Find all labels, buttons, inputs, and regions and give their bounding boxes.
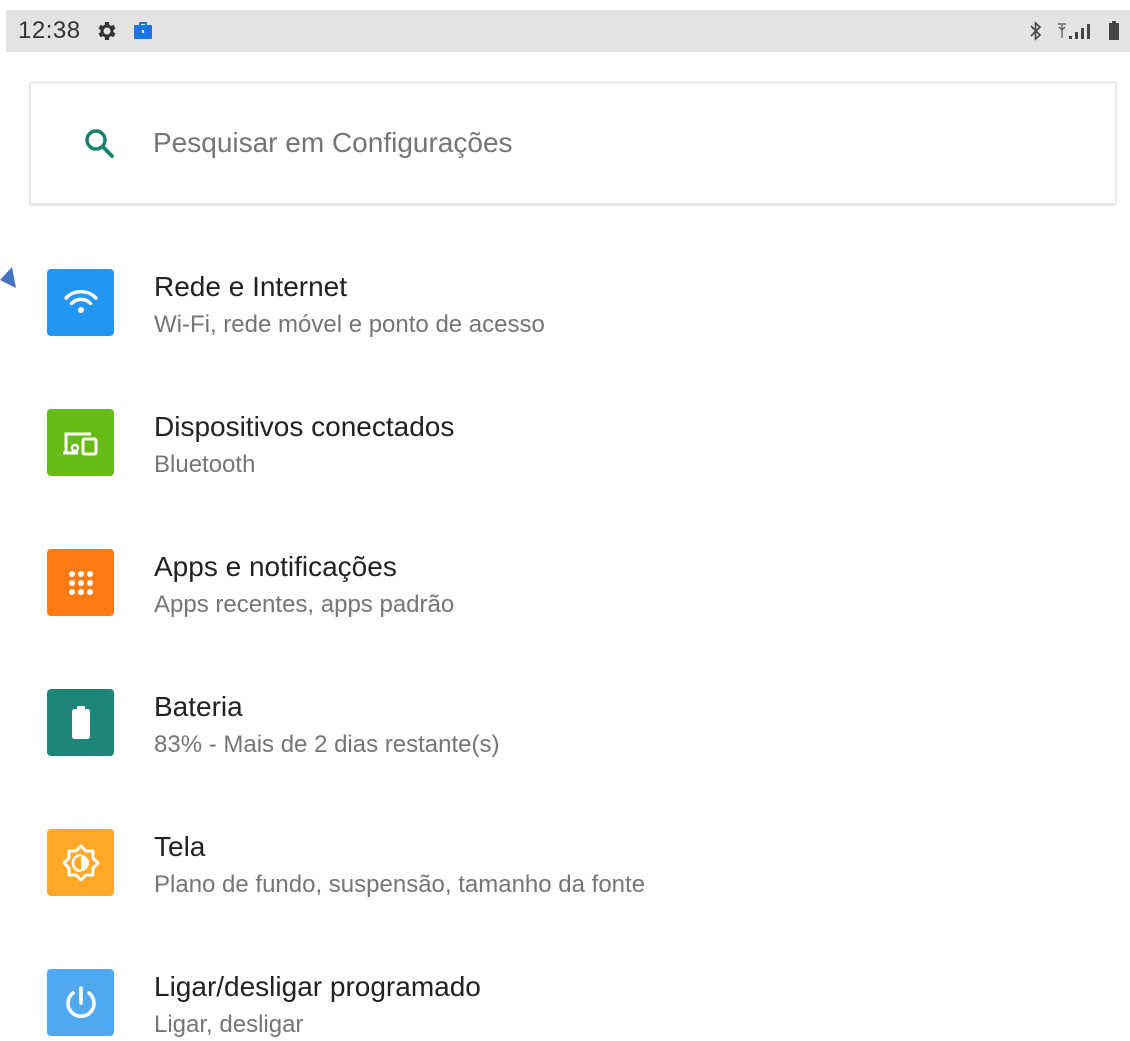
settings-item-text: Bateria 83% - Mais de 2 dias restante(s) [154, 690, 499, 760]
search-icon [79, 123, 119, 163]
connected-devices-icon [47, 409, 114, 476]
settings-screen: 12:38 Pesquisar em Configurações Rede e … [0, 0, 1130, 1041]
settings-item-title: Rede e Internet [154, 271, 348, 302]
settings-item-subtitle: Bluetooth [154, 451, 256, 478]
settings-item-text: Rede e Internet Wi-Fi, rede móvel e pont… [154, 270, 545, 340]
settings-item-text: Tela Plano de fundo, suspensão, tamanho … [154, 830, 645, 900]
settings-item-subtitle: Apps recentes, apps padrão [154, 591, 455, 618]
settings-item-text: Dispositivos conectados Bluetooth [154, 410, 454, 480]
settings-item-subtitle: Plano de fundo, suspensão, tamanho da fo… [154, 871, 646, 898]
wifi-icon [47, 269, 114, 336]
brightness-icon [47, 829, 114, 896]
settings-item-apps[interactable]: Apps e notificações Apps recentes, apps … [0, 520, 1130, 660]
power-icon [47, 969, 114, 1036]
status-right-icons [1028, 20, 1120, 42]
settings-item-title: Tela [154, 831, 206, 862]
settings-item-title: Ligar/desligar programado [154, 971, 481, 1002]
settings-item-network[interactable]: Rede e Internet Wi-Fi, rede móvel e pont… [0, 240, 1130, 380]
settings-item-title: Dispositivos conectados [154, 411, 455, 442]
status-time: 12:38 [18, 17, 81, 44]
status-left-icons [95, 19, 155, 43]
bluetooth-icon [1028, 20, 1044, 42]
settings-list: Rede e Internet Wi-Fi, rede móvel e pont… [0, 240, 1130, 1041]
gear-icon [95, 19, 119, 43]
battery-icon [1108, 20, 1120, 42]
search-bar[interactable] [30, 82, 1116, 204]
settings-item-title: Apps e notificações [154, 551, 397, 582]
settings-item-display[interactable]: Tela Plano de fundo, suspensão, tamanho … [0, 800, 1130, 940]
settings-item-subtitle: 83% - Mais de 2 dias restante(s) [154, 731, 500, 758]
signal-icon [1056, 20, 1096, 42]
settings-item-connected-devices[interactable]: Dispositivos conectados Bluetooth [0, 380, 1130, 520]
battery-icon [47, 689, 114, 756]
settings-item-scheduled-power[interactable]: Ligar/desligar programado Ligar, desliga… [0, 940, 1130, 1041]
settings-item-title: Bateria [154, 691, 243, 722]
settings-item-text: Ligar/desligar programado Ligar, desliga… [154, 970, 481, 1040]
status-bar: 12:38 [6, 10, 1130, 52]
briefcase-icon [131, 19, 155, 43]
settings-item-text: Apps e notificações Apps recentes, apps … [154, 550, 454, 620]
search-input[interactable] [151, 126, 955, 160]
settings-item-battery[interactable]: Bateria 83% - Mais de 2 dias restante(s) [0, 660, 1130, 800]
settings-item-subtitle: Ligar, desligar [154, 1011, 304, 1038]
apps-grid-icon [47, 549, 114, 616]
settings-item-subtitle: Wi-Fi, rede móvel e ponto de acesso [154, 311, 545, 338]
